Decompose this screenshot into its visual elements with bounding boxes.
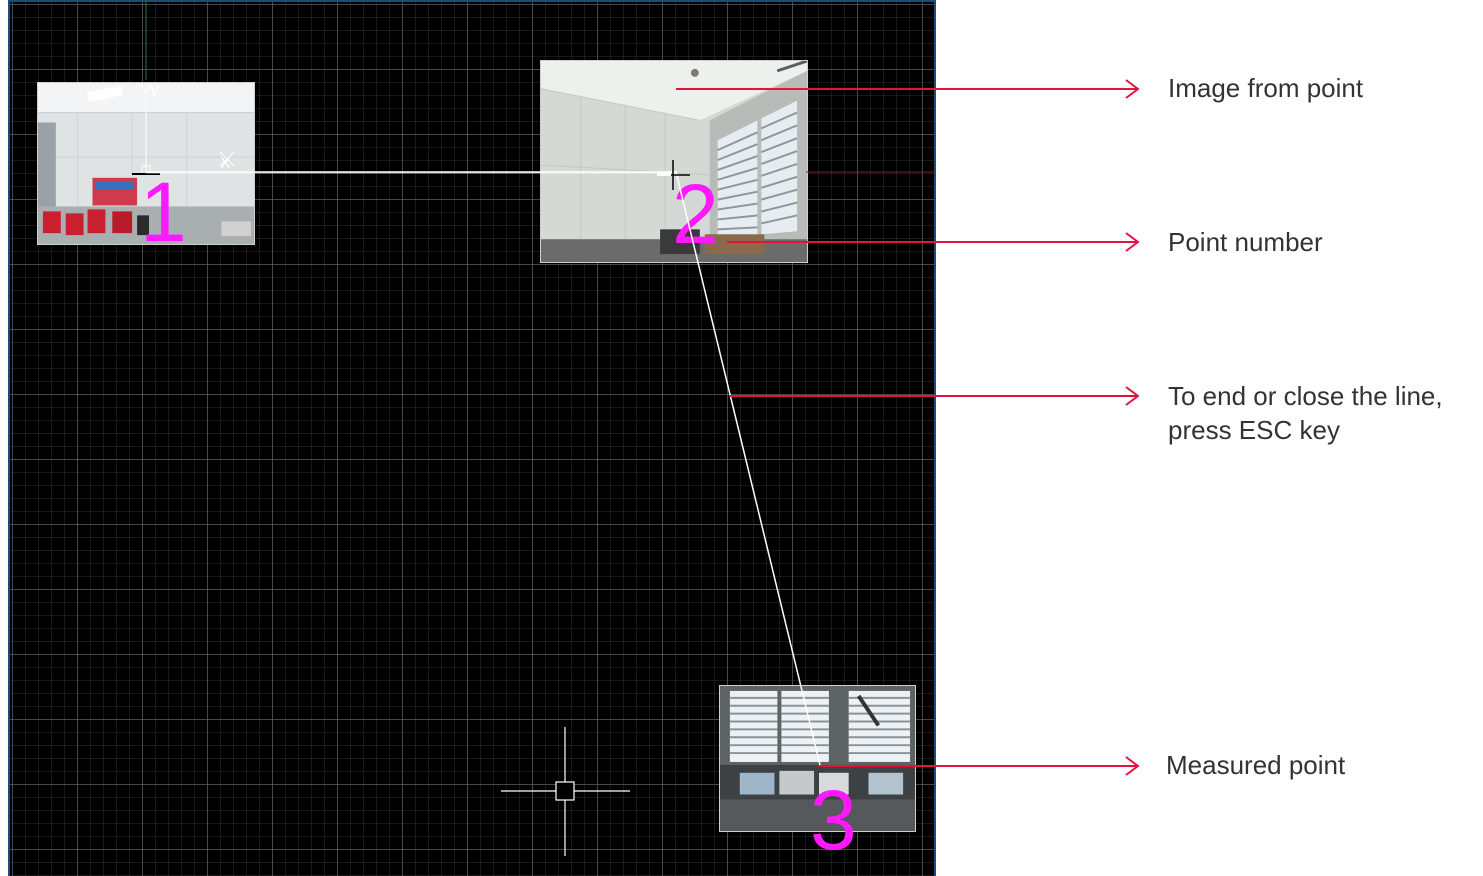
callout-image-from-point: Image from point [1168,73,1364,103]
drawing-viewport[interactable]: 1 2 3 [8,0,936,876]
callout-end-line-2: press ESC key [1168,415,1340,445]
point-number-1: 1 [140,165,187,259]
callout-measured-point: Measured point [1166,750,1346,780]
point-number-2: 2 [672,167,719,261]
callout-end-line: To end or close the line, press ESC key [1168,379,1443,447]
callout-end-line-1: To end or close the line, [1168,381,1443,411]
callout-point-number: Point number [1168,227,1323,257]
point-number-3: 3 [810,773,857,867]
